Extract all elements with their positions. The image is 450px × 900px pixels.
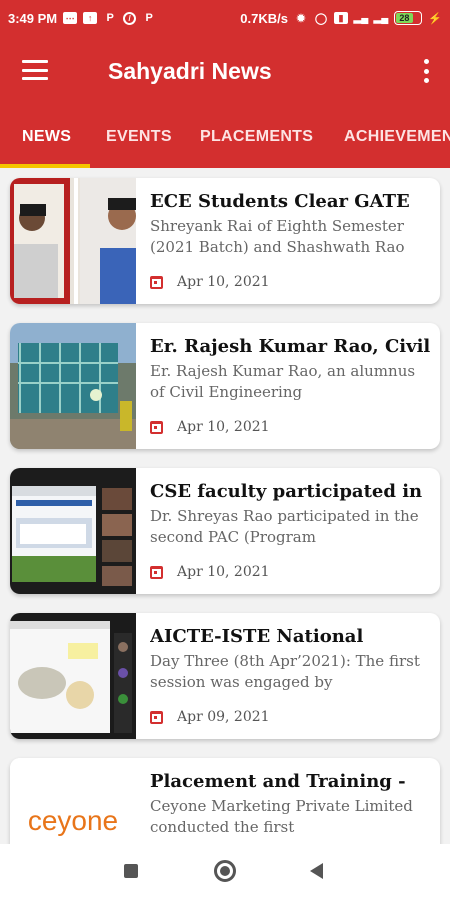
news-description: Er. Rajesh Kumar Rao, an alumnus of Civi… (150, 362, 416, 401)
news-card[interactable]: AICTE-ISTE National Day Three (8th Apr’2… (10, 613, 440, 739)
news-date-text: Apr 09, 2021 (177, 709, 270, 725)
tab-news[interactable]: NEWS (22, 106, 71, 168)
back-triangle-icon[interactable] (310, 863, 323, 879)
card-body: Er. Rajesh Kumar Rao, Civil Er. Rajesh K… (150, 335, 432, 403)
news-thumbnail (10, 323, 136, 449)
news-thumbnail (10, 178, 136, 304)
news-card[interactable]: Er. Rajesh Kumar Rao, Civil Er. Rajesh K… (10, 323, 440, 449)
hamburger-menu-icon[interactable] (22, 60, 48, 80)
calendar-icon (150, 565, 163, 579)
more-vert-icon[interactable] (422, 59, 430, 83)
calendar-icon (150, 275, 163, 289)
news-thumbnail: ceyone (10, 758, 136, 844)
vibrate-icon: ▮ (334, 12, 348, 24)
dnd-icon: / (123, 11, 137, 25)
news-date-text: Apr 10, 2021 (177, 274, 270, 290)
app-title: Sahyadri News (108, 58, 272, 84)
battery-icon: 28 (394, 11, 422, 25)
news-thumbnail (10, 468, 136, 594)
card-body: ECE Students Clear GATE Shreyank Rai of … (150, 190, 432, 258)
news-title: CSE faculty participated in (150, 481, 423, 502)
status-bar: 3:49 PM ⋯ ↑ P / P 0.7KB/s ✹ ◯ ▮ ▂▄ ▂▄ 28… (0, 0, 450, 36)
news-date: Apr 09, 2021 (150, 709, 270, 725)
news-card[interactable]: CSE faculty participated in Dr. Shreyas … (10, 468, 440, 594)
signal-icon: ▂▄ (373, 12, 389, 24)
home-circle-icon[interactable] (214, 860, 236, 882)
ceyone-logo: ceyone (27, 805, 119, 836)
network-speed: 0.7KB/s (240, 10, 288, 26)
upload-icon: ↑ (83, 12, 98, 24)
news-thumbnail (10, 613, 136, 739)
tab-events[interactable]: EVENTS (106, 106, 172, 168)
news-description: Ceyone Marketing Private Limited conduct… (150, 797, 413, 836)
news-title: AICTE-ISTE National (150, 626, 364, 647)
system-nav-bar (0, 844, 450, 900)
alarm-icon: ◯ (314, 12, 328, 25)
news-card[interactable]: ceyone Placement and Training - Ceyone M… (10, 758, 440, 844)
news-date: Apr 10, 2021 (150, 274, 270, 290)
recents-square-icon[interactable] (124, 864, 138, 878)
news-title: Placement and Training - (150, 771, 406, 792)
charging-icon: ⚡ (428, 12, 442, 25)
signal-icon: ▂▄ (353, 12, 369, 24)
news-date: Apr 10, 2021 (150, 564, 270, 580)
card-body: CSE faculty participated in Dr. Shreyas … (150, 480, 432, 548)
card-body: AICTE-ISTE National Day Three (8th Apr’2… (150, 625, 432, 693)
news-title: Er. Rajesh Kumar Rao, Civil (150, 336, 431, 357)
status-left: 3:49 PM ⋯ ↑ P / P (8, 11, 156, 26)
settings-icon: ✹ (296, 12, 306, 25)
tab-achievements[interactable]: ACHIEVEMENTS (344, 106, 450, 168)
p-icon: P (145, 12, 153, 24)
card-body: Placement and Training - Ceyone Marketin… (150, 770, 432, 838)
news-date-text: Apr 10, 2021 (177, 419, 270, 435)
news-description: Day Three (8th Apr’2021): The first sess… (150, 652, 420, 691)
message-icon: ⋯ (63, 12, 78, 24)
news-feed[interactable]: ECE Students Clear GATE Shreyank Rai of … (0, 168, 450, 844)
news-description: Dr. Shreyas Rao participated in the seco… (150, 507, 419, 546)
status-right: 0.7KB/s ✹ ◯ ▮ ▂▄ ▂▄ 28 ⚡ (240, 11, 442, 26)
news-card[interactable]: ECE Students Clear GATE Shreyank Rai of … (10, 178, 440, 304)
tab-placements[interactable]: PLACEMENTS (200, 106, 313, 168)
battery-level: 28 (396, 13, 413, 23)
news-date-text: Apr 10, 2021 (177, 564, 270, 580)
p-icon: P (106, 12, 114, 24)
news-date: Apr 10, 2021 (150, 419, 270, 435)
app-bar: Sahyadri News (0, 36, 450, 106)
calendar-icon (150, 420, 163, 434)
news-title: ECE Students Clear GATE (150, 191, 410, 212)
calendar-icon (150, 710, 163, 724)
news-description: Shreyank Rai of Eighth Semester (2021 Ba… (150, 217, 405, 256)
status-time: 3:49 PM (8, 10, 58, 26)
tab-bar: NEWS EVENTS PLACEMENTS ACHIEVEMENTS (0, 106, 450, 168)
